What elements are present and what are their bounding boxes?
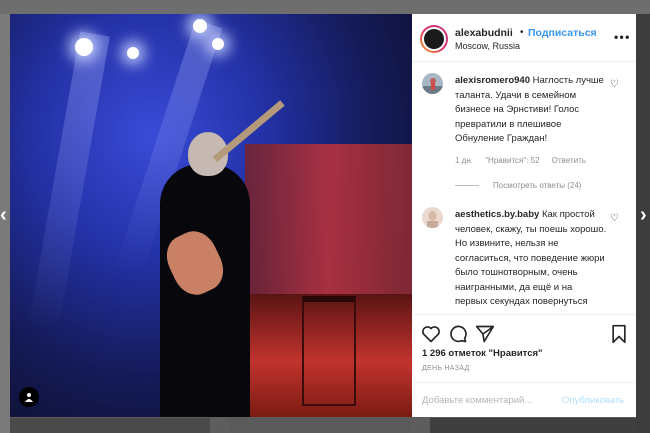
add-comment-input[interactable]: [422, 392, 562, 408]
stage-light-beam: [28, 31, 110, 333]
separator-dot: •: [520, 27, 524, 38]
likes-count[interactable]: 1 296 отметок "Нравится": [422, 348, 543, 359]
comment-text: alexisromero940 Наглость лучше таланта. …: [455, 74, 607, 147]
post-timestamp: ДЕНЬ НАЗАД: [422, 365, 470, 372]
add-comment-bar: Опубликовать: [412, 382, 636, 417]
commenter-avatar[interactable]: [422, 73, 443, 94]
stage-light: [127, 47, 139, 59]
publish-button[interactable]: Опубликовать: [562, 395, 624, 406]
share-send-icon[interactable]: [475, 324, 495, 344]
post-photo[interactable]: [10, 14, 412, 417]
stage-banner: [245, 144, 412, 294]
view-replies-label: Посмотреть ответы (24): [493, 181, 582, 190]
replies-divider: [455, 185, 479, 187]
commenter-username[interactable]: alexisromero940: [455, 75, 530, 86]
post-header: alexabudnii • Подписаться Moscow, Russia…: [412, 14, 636, 62]
stage-light: [193, 19, 207, 33]
stage-light: [212, 38, 224, 50]
commenter-avatar[interactable]: [422, 207, 443, 228]
reply-button[interactable]: Ответить: [552, 156, 586, 165]
view-replies-button[interactable]: Посмотреть ответы (24): [455, 181, 581, 190]
post-details-panel: alexabudnii • Подписаться Moscow, Russia…: [412, 14, 636, 417]
post-location[interactable]: Moscow, Russia: [455, 41, 520, 51]
author-username[interactable]: alexabudnii: [455, 27, 513, 39]
more-options-icon[interactable]: • • •: [614, 30, 629, 44]
background-thumbnail: [430, 418, 636, 433]
background-thumbnail: [10, 418, 210, 433]
comment-age: 1 дн.: [455, 156, 473, 165]
bar-stool: [302, 296, 356, 406]
next-post-arrow-icon[interactable]: ›: [640, 204, 647, 227]
like-comment-heart-icon[interactable]: ♡: [610, 213, 619, 224]
author-avatar[interactable]: [420, 25, 448, 53]
previous-post-arrow-icon[interactable]: ‹: [0, 204, 7, 227]
follow-button[interactable]: Подписаться: [528, 27, 597, 39]
background-page-top: [0, 0, 650, 14]
comment-bubble-icon[interactable]: [448, 324, 468, 344]
post-actions: [412, 314, 636, 350]
like-heart-icon[interactable]: [421, 324, 441, 344]
comment-text: aesthetics.by.baby Как простой человек, …: [455, 208, 607, 314]
comment-meta: 1 дн. "Нравится": 52 Ответить: [455, 156, 596, 165]
comment-likes[interactable]: "Нравится": 52: [485, 156, 539, 165]
tagged-user-icon[interactable]: [19, 387, 39, 407]
stage-light: [75, 38, 93, 56]
save-bookmark-icon[interactable]: [609, 324, 629, 344]
background-thumbnail: [230, 418, 410, 433]
like-comment-heart-icon[interactable]: ♡: [610, 79, 619, 90]
comment-body: Как простой человек, скажу, ты поешь хор…: [455, 209, 607, 314]
comments-list[interactable]: alexisromero940 Наглость лучше таланта. …: [412, 62, 636, 314]
commenter-username[interactable]: aesthetics.by.baby: [455, 209, 539, 220]
